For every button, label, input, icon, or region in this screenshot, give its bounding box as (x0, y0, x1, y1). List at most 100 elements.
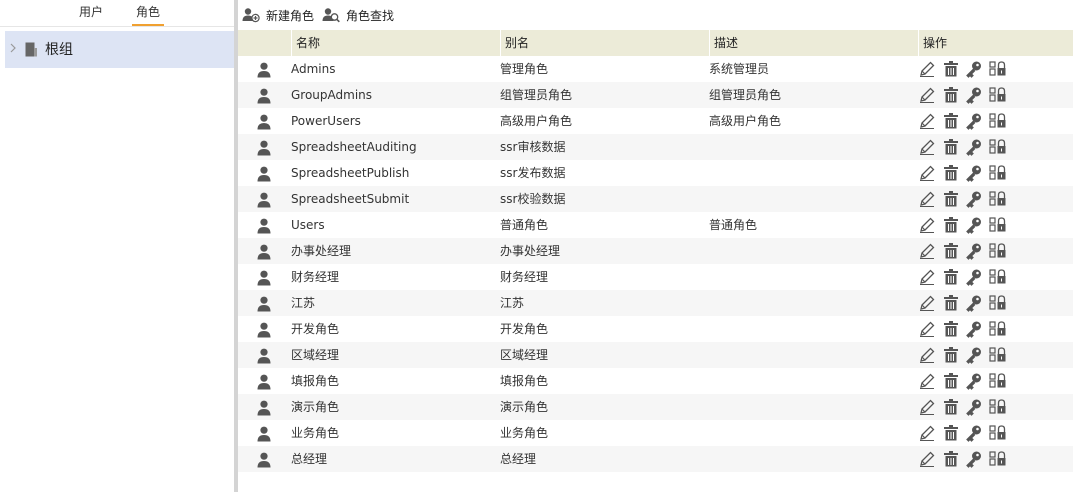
new-role-button[interactable]: 新建角色 (242, 6, 332, 26)
table-row[interactable]: Users 普通角色 普通角色 (238, 212, 1073, 238)
table-row[interactable]: SpreadsheetPublish ssr发布数据 (238, 160, 1073, 186)
header-name[interactable]: 名称 (291, 30, 500, 56)
pencil-icon[interactable] (918, 112, 936, 130)
pencil-icon[interactable] (918, 294, 936, 312)
table-row[interactable]: SpreadsheetAuditing ssr审核数据 (238, 134, 1073, 160)
table-row[interactable]: GroupAdmins 组管理员角色 组管理员角色 (238, 82, 1073, 108)
pencil-icon[interactable] (918, 450, 936, 468)
role-alias: ssr审核数据 (500, 140, 566, 154)
key-icon[interactable] (965, 190, 983, 208)
key-icon[interactable] (965, 60, 983, 78)
find-role-button[interactable]: 角色查找 (322, 6, 412, 26)
table-row[interactable]: 演示角色 演示角色 (238, 394, 1073, 420)
permission-icon[interactable] (989, 372, 1007, 390)
permission-icon[interactable] (989, 424, 1007, 442)
role-name: GroupAdmins (291, 88, 373, 102)
tab-users[interactable]: 用户 (78, 4, 104, 26)
pencil-icon[interactable] (918, 164, 936, 182)
table-row[interactable]: 业务角色 业务角色 (238, 420, 1073, 446)
trash-icon[interactable] (942, 190, 960, 208)
table-row[interactable]: 总经理 总经理 (238, 446, 1073, 472)
pencil-icon[interactable] (918, 190, 936, 208)
tree-node-root[interactable]: 根组 (5, 31, 234, 68)
table-row[interactable]: 财务经理 财务经理 (238, 264, 1073, 290)
pencil-icon[interactable] (918, 216, 936, 234)
chevron-right-icon[interactable] (9, 42, 19, 56)
pencil-icon[interactable] (918, 268, 936, 286)
key-icon[interactable] (965, 268, 983, 286)
header-alias[interactable]: 别名 (500, 30, 709, 56)
role-name: Users (291, 218, 325, 232)
key-icon[interactable] (965, 216, 983, 234)
tab-roles[interactable]: 角色 (132, 4, 164, 26)
key-icon[interactable] (965, 346, 983, 364)
key-icon[interactable] (965, 320, 983, 338)
table-row[interactable]: 区域经理 区域经理 (238, 342, 1073, 368)
key-icon[interactable] (965, 372, 983, 390)
permission-icon[interactable] (989, 320, 1007, 338)
pencil-icon[interactable] (918, 60, 936, 78)
pencil-icon[interactable] (918, 424, 936, 442)
trash-icon[interactable] (942, 86, 960, 104)
key-icon[interactable] (965, 112, 983, 130)
trash-icon[interactable] (942, 294, 960, 312)
key-icon[interactable] (965, 424, 983, 442)
pencil-icon[interactable] (918, 242, 936, 260)
header-actions: 操作 (918, 30, 1073, 56)
table-row[interactable]: 江苏 江苏 (238, 290, 1073, 316)
permission-icon[interactable] (989, 216, 1007, 234)
permission-icon[interactable] (989, 86, 1007, 104)
key-icon[interactable] (965, 294, 983, 312)
trash-icon[interactable] (942, 450, 960, 468)
row-actions (918, 134, 1073, 160)
table-row[interactable]: Admins 管理角色 系统管理员 (238, 56, 1073, 82)
table-row[interactable]: 办事处经理 办事处经理 (238, 238, 1073, 264)
trash-icon[interactable] (942, 164, 960, 182)
table-row[interactable]: PowerUsers 高级用户角色 高级用户角色 (238, 108, 1073, 134)
table-row[interactable]: SpreadsheetSubmit ssr校验数据 (238, 186, 1073, 212)
trash-icon[interactable] (942, 242, 960, 260)
header-description[interactable]: 描述 (709, 30, 918, 56)
trash-icon[interactable] (942, 346, 960, 364)
permission-icon[interactable] (989, 138, 1007, 156)
pencil-icon[interactable] (918, 138, 936, 156)
table-row[interactable]: 开发角色 开发角色 (238, 316, 1073, 342)
trash-icon[interactable] (942, 398, 960, 416)
permission-icon[interactable] (989, 268, 1007, 286)
trash-icon[interactable] (942, 216, 960, 234)
table-row[interactable]: 填报角色 填报角色 (238, 368, 1073, 394)
row-icon-cell (238, 420, 288, 446)
key-icon[interactable] (965, 398, 983, 416)
key-icon[interactable] (965, 164, 983, 182)
trash-icon[interactable] (942, 138, 960, 156)
key-icon[interactable] (965, 242, 983, 260)
role-description (709, 368, 915, 394)
trash-icon[interactable] (942, 424, 960, 442)
pencil-icon[interactable] (918, 86, 936, 104)
permission-icon[interactable] (989, 190, 1007, 208)
permission-icon[interactable] (989, 346, 1007, 364)
role-description: 高级用户角色 (709, 114, 782, 128)
permission-icon[interactable] (989, 112, 1007, 130)
row-actions (918, 290, 1073, 316)
key-icon[interactable] (965, 86, 983, 104)
pencil-icon[interactable] (918, 372, 936, 390)
trash-icon[interactable] (942, 112, 960, 130)
pencil-icon[interactable] (918, 320, 936, 338)
pencil-icon[interactable] (918, 346, 936, 364)
trash-icon[interactable] (942, 268, 960, 286)
role-alias: 普通角色 (500, 218, 549, 232)
trash-icon[interactable] (942, 320, 960, 338)
permission-icon[interactable] (989, 450, 1007, 468)
user-icon (257, 373, 271, 390)
permission-icon[interactable] (989, 60, 1007, 78)
permission-icon[interactable] (989, 242, 1007, 260)
key-icon[interactable] (965, 450, 983, 468)
trash-icon[interactable] (942, 60, 960, 78)
permission-icon[interactable] (989, 398, 1007, 416)
trash-icon[interactable] (942, 372, 960, 390)
pencil-icon[interactable] (918, 398, 936, 416)
permission-icon[interactable] (989, 294, 1007, 312)
key-icon[interactable] (965, 138, 983, 156)
permission-icon[interactable] (989, 164, 1007, 182)
